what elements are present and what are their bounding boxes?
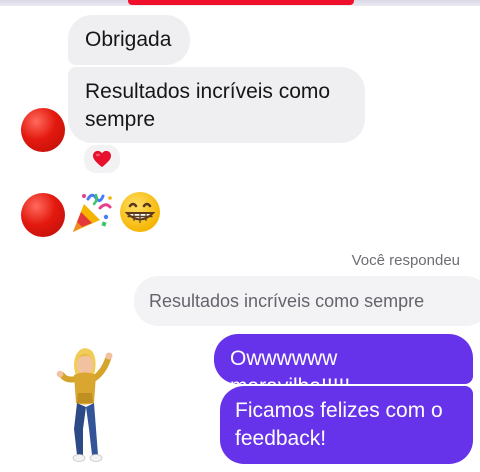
sender-avatar[interactable] xyxy=(21,108,65,152)
outgoing-message[interactable]: Owwwwww maravilha!!!!! xyxy=(214,334,473,398)
heart-icon xyxy=(93,150,111,168)
incoming-message[interactable]: Obrigada xyxy=(68,15,190,65)
incoming-message[interactable]: Resultados incríveis como sempre xyxy=(68,67,365,143)
outgoing-message[interactable]: Ficamos felizes com o feedback! xyxy=(220,386,473,464)
reply-label: Você respondeu xyxy=(351,252,460,269)
dancing-woman-sticker[interactable] xyxy=(52,345,122,467)
replied-message-quote[interactable]: Resultados incríveis como sempre xyxy=(134,276,480,326)
grinning-face-icon[interactable] xyxy=(118,190,162,234)
top-accent-bar xyxy=(128,0,354,5)
party-popper-icon[interactable] xyxy=(70,190,114,234)
heart-reaction[interactable] xyxy=(82,143,122,175)
sender-avatar[interactable] xyxy=(21,193,65,237)
